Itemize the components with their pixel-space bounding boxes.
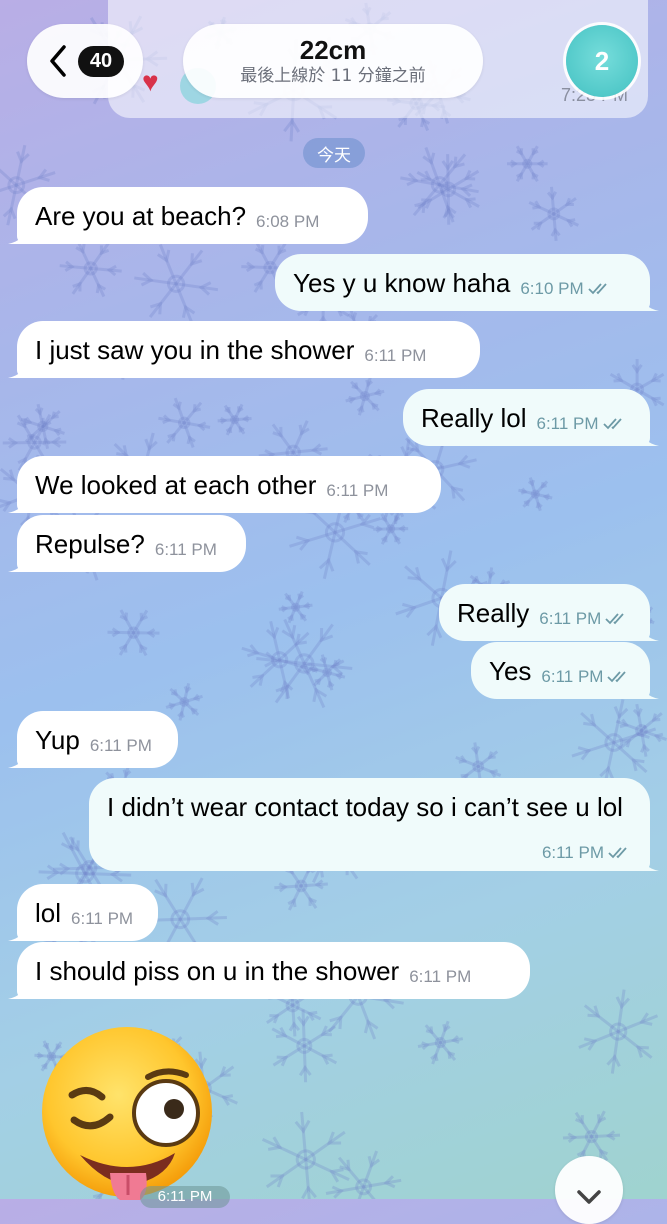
heart-icon: ♥ [142, 66, 159, 98]
unread-count-badge: 40 [78, 46, 124, 77]
message-text: Yes y u know haha [293, 267, 510, 299]
bubble-tail [639, 426, 659, 446]
scroll-down-button[interactable] [555, 1156, 623, 1224]
message-time: 6:10 PM [520, 279, 583, 299]
message-text: lol [35, 897, 61, 929]
message-bubble-in[interactable]: Repulse? 6:11 PM [17, 515, 246, 572]
message-time: 6:11 PM [541, 667, 603, 687]
message-text: We looked at each other [35, 469, 316, 501]
message-text: Yes [489, 655, 531, 687]
message-text: I didn’t wear contact today so i can’t s… [107, 788, 632, 826]
bubble-tail [8, 979, 28, 999]
message-meta: 6:10 PM [520, 279, 611, 299]
message-meta: 6:08 PM [256, 212, 319, 232]
message-meta: 6:11 PM [541, 667, 631, 687]
bubble-tail [8, 921, 28, 941]
chat-screen: ♥ 7:23 PM 40 22cm 最後上線於 11 分鐘之前 2 今天 Are… [0, 0, 667, 1199]
bubble-tail [8, 358, 28, 378]
message-bubble-out[interactable]: Yes y u know haha 6:10 PM [275, 254, 650, 311]
date-separator: 今天 [303, 138, 365, 168]
bubble-tail [8, 748, 28, 768]
winking-tongue-emoji-icon[interactable] [40, 1025, 215, 1200]
message-time: 6:11 PM [90, 736, 152, 756]
chat-title: 22cm [300, 35, 367, 65]
message-meta: 6:11 PM [71, 909, 133, 929]
message-meta: 6:11 PM [409, 967, 471, 987]
last-seen-status: 最後上線於 11 分鐘之前 [240, 65, 425, 87]
bubble-tail [639, 679, 659, 699]
double-check-icon [588, 282, 612, 296]
message-text: Really [457, 597, 529, 629]
bubble-tail [8, 552, 28, 572]
message-bubble-out[interactable]: Yes 6:11 PM [471, 642, 650, 699]
message-meta: 6:11 PM [155, 540, 217, 560]
message-time: 6:11 PM [409, 967, 471, 987]
double-check-icon [608, 846, 632, 860]
message-bubble-in[interactable]: lol 6:11 PM [17, 884, 158, 941]
message-meta: 6:11 PM [542, 843, 632, 863]
avatar-initial: 2 [595, 46, 609, 77]
message-meta: 6:11 PM [539, 609, 629, 629]
chevron-down-icon [569, 1178, 609, 1218]
message-text: I should piss on u in the shower [35, 955, 399, 987]
message-time: 6:11 PM [71, 909, 133, 929]
double-check-icon [605, 612, 629, 626]
bubble-tail [639, 621, 659, 641]
message-bubble-in[interactable]: I should piss on u in the shower 6:11 PM [17, 942, 530, 999]
message-bubble-in[interactable]: I just saw you in the shower 6:11 PM [17, 321, 480, 378]
message-bubble-out[interactable]: Really lol 6:11 PM [403, 389, 650, 446]
message-text: Yup [35, 724, 80, 756]
bubble-tail [8, 224, 28, 244]
message-time: 6:08 PM [256, 212, 319, 232]
message-meta: 6:11 PM [364, 346, 426, 366]
message-time: 6:11 PM [326, 481, 388, 501]
message-time: 6:11 PM [364, 346, 426, 366]
message-text: Repulse? [35, 528, 145, 560]
avatar[interactable]: 2 [566, 25, 638, 97]
message-text: Are you at beach? [35, 200, 246, 232]
message-time: 6:11 PM [539, 609, 601, 629]
sticker-timestamp: 6:11 PM [140, 1186, 230, 1208]
message-bubble-out[interactable]: I didn’t wear contact today so i can’t s… [89, 778, 650, 871]
bubble-tail [639, 291, 659, 311]
bubble-tail [639, 851, 659, 871]
message-bubble-in[interactable]: Are you at beach? 6:08 PM [17, 187, 368, 244]
message-text: Really lol [421, 402, 527, 434]
back-button[interactable]: 40 [27, 24, 143, 98]
message-meta: 6:11 PM [537, 414, 627, 434]
message-time: 6:11 PM [537, 414, 599, 434]
message-bubble-in[interactable]: Yup 6:11 PM [17, 711, 178, 768]
message-bubble-out[interactable]: Really 6:11 PM [439, 584, 650, 641]
chevron-left-icon [46, 43, 70, 79]
message-bubble-in[interactable]: We looked at each other 6:11 PM [17, 456, 441, 513]
message-meta: 6:11 PM [90, 736, 152, 756]
message-meta: 6:11 PM [326, 481, 388, 501]
chat-header[interactable]: 22cm 最後上線於 11 分鐘之前 [183, 24, 483, 98]
message-time: 6:11 PM [155, 540, 217, 560]
double-check-icon [603, 417, 627, 431]
bubble-tail [8, 493, 28, 513]
message-time: 6:11 PM [542, 843, 604, 863]
message-text: I just saw you in the shower [35, 334, 354, 366]
double-check-icon [607, 670, 631, 684]
